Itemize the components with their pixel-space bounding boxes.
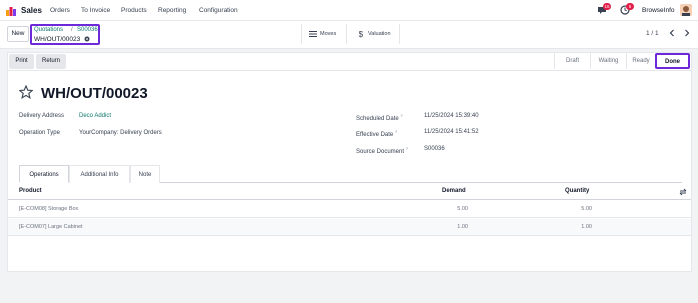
form-statusbar: Print Return Draft Waiting Ready Done xyxy=(7,52,692,70)
source-document-value[interactable]: S00036 xyxy=(424,146,445,152)
breadcrumb-order[interactable]: S00036 xyxy=(77,27,98,33)
svg-text:$: $ xyxy=(359,30,364,38)
company-name[interactable]: BrowseInfo xyxy=(642,7,675,14)
user-avatar[interactable] xyxy=(680,4,692,16)
tab-note[interactable]: Note xyxy=(130,165,160,183)
row-demand: 5.00 xyxy=(457,206,468,212)
breadcrumb: Quotations / S00036 WH/OUT/00023 xyxy=(30,24,100,45)
operation-type-value[interactable]: YourCompany: Delivery Orders xyxy=(79,130,162,136)
stage-done[interactable]: Done xyxy=(655,53,690,69)
breadcrumb-current: WH/OUT/00023 xyxy=(34,36,81,43)
column-options-icon[interactable] xyxy=(679,188,687,196)
gear-icon[interactable] xyxy=(84,36,90,42)
record-title: WH/OUT/00023 xyxy=(41,85,148,102)
effective-date-value: 11/25/2024 15:41:52 xyxy=(424,129,479,135)
row-quantity: 1.00 xyxy=(581,224,592,230)
scheduled-date-value[interactable]: 11/25/2024 15:39:40 xyxy=(424,113,479,119)
delivery-address-label: Delivery Address xyxy=(19,113,65,119)
stage-ready[interactable]: Ready xyxy=(626,53,655,69)
effective-date-label: Effective Date ? xyxy=(356,129,398,138)
control-panel: New Quotations / S00036 WH/OUT/00023 Mov… xyxy=(0,21,698,49)
menu-configuration[interactable]: Configuration xyxy=(199,7,238,14)
breadcrumb-quotations[interactable]: Quotations xyxy=(34,27,63,33)
new-button[interactable]: New xyxy=(7,26,29,42)
menu-products[interactable]: Products xyxy=(121,7,147,14)
sales-app-icon[interactable] xyxy=(6,6,16,16)
avatar-face-icon xyxy=(680,4,692,16)
list-icon xyxy=(309,31,317,37)
star-icon[interactable] xyxy=(19,85,33,99)
chevron-left-icon[interactable] xyxy=(669,29,675,37)
menu-orders[interactable]: Orders xyxy=(50,7,70,14)
dollar-icon: $ xyxy=(359,30,364,38)
table-row[interactable]: [E-COM07] Large Cabinet 1.00 1.00 xyxy=(8,219,691,236)
column-quantity[interactable]: Quantity xyxy=(565,188,589,194)
menu-reporting[interactable]: Reporting xyxy=(158,7,186,14)
row-product: [E-COM07] Large Cabinet xyxy=(19,224,83,230)
activities-badge: 6 xyxy=(626,3,634,10)
messages-badge: 15 xyxy=(603,3,611,10)
delivery-address-value[interactable]: Deco Addict xyxy=(79,113,111,119)
form-sheet: WH/OUT/00023 Delivery Address Deco Addic… xyxy=(7,70,692,272)
form-tabs: Operations Additional Info Note xyxy=(19,165,682,183)
tab-additional-info[interactable]: Additional Info xyxy=(69,165,130,183)
stage-waiting[interactable]: Waiting xyxy=(590,53,626,69)
breadcrumb-separator: / xyxy=(71,27,73,33)
valuation-smart-button[interactable]: $ Valuation xyxy=(350,24,400,44)
tab-operations[interactable]: Operations xyxy=(19,165,69,183)
moves-smart-button[interactable]: Moves xyxy=(301,24,347,44)
top-navbar: Sales Orders To Invoice Products Reporti… xyxy=(0,0,698,21)
column-demand[interactable]: Demand xyxy=(442,188,466,194)
source-document-label: Source Document ? xyxy=(356,146,408,155)
pager-value[interactable]: 1 / 1 xyxy=(646,30,659,37)
valuation-label: Valuation xyxy=(368,31,391,37)
moves-label: Moves xyxy=(320,31,337,37)
return-button[interactable]: Return xyxy=(36,54,66,69)
menu-to-invoice[interactable]: To Invoice xyxy=(81,7,110,14)
app-title[interactable]: Sales xyxy=(21,6,42,15)
scheduled-date-label: Scheduled Date ? xyxy=(356,113,403,122)
table-header: Product Demand Quantity xyxy=(8,184,691,200)
row-quantity: 5.00 xyxy=(581,206,592,212)
column-product[interactable]: Product xyxy=(19,188,42,194)
row-demand: 1.00 xyxy=(457,224,468,230)
print-button[interactable]: Print xyxy=(9,54,34,69)
operation-type-label: Operation Type xyxy=(19,130,60,136)
chevron-right-icon[interactable] xyxy=(684,29,690,37)
row-product: [E-COM08] Storage Box xyxy=(19,206,79,212)
stage-draft[interactable]: Draft xyxy=(554,53,590,69)
table-row[interactable]: [E-COM08] Storage Box 5.00 5.00 xyxy=(8,201,691,218)
